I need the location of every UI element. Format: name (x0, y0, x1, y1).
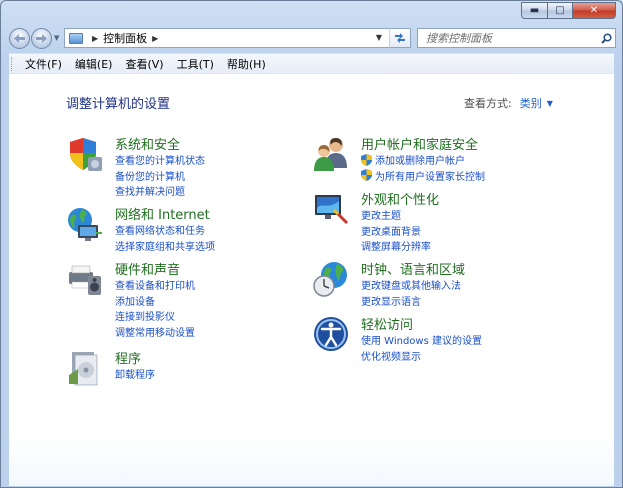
programs-icon[interactable] (66, 349, 104, 387)
close-button[interactable]: ✕ (572, 2, 616, 19)
minimize-button[interactable]: ▬ (521, 2, 547, 19)
category-title[interactable]: 网络和 Internet (115, 204, 210, 223)
link-homegroup-sharing[interactable]: 选择家庭组和共享选项 (115, 238, 215, 254)
link-view-computer-status[interactable]: 查看您的计算机状态 (115, 152, 205, 168)
category-links: 卸载程序 (115, 366, 155, 382)
back-arrow-icon (14, 34, 25, 43)
category-title[interactable]: 用户帐户和家庭安全 (361, 134, 478, 153)
category-links: 使用 Windows 建议的设置 优化视频显示 (361, 332, 482, 363)
system-security-icon[interactable] (66, 135, 104, 173)
link-change-display-language[interactable]: 更改显示语言 (361, 293, 461, 309)
link-parental-controls[interactable]: 为所有用户设置家长控制 (361, 168, 485, 184)
link-add-remove-accounts[interactable]: 添加或删除用户帐户 (361, 152, 485, 168)
appearance-icon[interactable] (312, 190, 350, 228)
link-label[interactable]: 为所有用户设置家长控制 (375, 168, 485, 183)
link-change-theme[interactable]: 更改主题 (361, 207, 431, 223)
uac-shield-icon (361, 153, 372, 166)
search-icon[interactable] (597, 32, 615, 44)
category-links: 更改键盘或其他输入法 更改显示语言 (361, 277, 461, 308)
menu-file[interactable]: 文件(F) (19, 56, 69, 72)
menu-grip (11, 57, 14, 71)
category-links: 更改主题 更改桌面背景 调整屏幕分辨率 (361, 207, 431, 254)
refresh-icon (395, 33, 405, 43)
menu-edit[interactable]: 编辑(E) (69, 56, 120, 72)
menu-bar: 文件(F) 编辑(E) 查看(V) 工具(T) 帮助(H) (9, 53, 614, 74)
category-title[interactable]: 轻松访问 (361, 314, 413, 333)
link-backup-computer[interactable]: 备份您的计算机 (115, 168, 205, 184)
menu-view[interactable]: 查看(V) (119, 56, 170, 72)
link-mobility-settings[interactable]: 调整常用移动设置 (115, 324, 195, 340)
forward-button[interactable] (31, 28, 52, 49)
link-troubleshoot[interactable]: 查找并解决问题 (115, 183, 205, 199)
category-title[interactable]: 外观和个性化 (361, 189, 439, 208)
recent-pages-dropdown[interactable]: ▼ (54, 34, 59, 42)
link-label[interactable]: 添加或删除用户帐户 (375, 152, 465, 167)
chevron-down-icon[interactable]: ▼ (547, 99, 553, 108)
breadcrumb-arrow-icon[interactable]: ▶ (92, 34, 98, 43)
page-title: 调整计算机的设置 (66, 97, 171, 112)
breadcrumb-trail-arrow-icon[interactable]: ▶ (152, 34, 158, 43)
link-uninstall-program[interactable]: 卸载程序 (115, 366, 155, 382)
link-change-keyboard-input[interactable]: 更改键盘或其他输入法 (361, 277, 461, 293)
category-links: 添加或删除用户帐户 为所有用户设置家长控制 (361, 152, 485, 183)
link-devices-printers[interactable]: 查看设备和打印机 (115, 277, 195, 293)
uac-shield-icon (361, 169, 372, 182)
link-add-device[interactable]: 添加设备 (115, 293, 195, 309)
menu-tools[interactable]: 工具(T) (171, 56, 221, 72)
category-title[interactable]: 程序 (115, 348, 141, 367)
ease-of-access-icon[interactable] (312, 315, 350, 353)
address-bar[interactable]: ▶ 控制面板 ▶ ▼ (64, 28, 411, 48)
control-panel-window: ▬ □ ✕ ▼ ▶ 控制面板 ▶ ▼ 搜索控制面板 文件(F) 编辑(E) 查看… (0, 0, 623, 488)
clock-language-icon[interactable] (312, 260, 350, 298)
search-input[interactable] (426, 31, 597, 45)
back-button[interactable] (9, 28, 30, 49)
caption-buttons: ▬ □ ✕ (521, 2, 616, 19)
refresh-button[interactable] (389, 28, 411, 48)
network-internet-icon[interactable] (66, 205, 104, 243)
link-recommended-settings[interactable]: 使用 Windows 建议的设置 (361, 332, 482, 348)
view-by-dropdown[interactable]: 类别 (520, 95, 542, 111)
link-view-network-status[interactable]: 查看网络状态和任务 (115, 222, 215, 238)
forward-arrow-icon (36, 34, 47, 43)
link-change-desktop-background[interactable]: 更改桌面背景 (361, 223, 431, 239)
category-links: 查看网络状态和任务 选择家庭组和共享选项 (115, 222, 215, 253)
address-dropdown-icon[interactable]: ▼ (376, 33, 382, 42)
user-accounts-icon[interactable] (312, 135, 350, 173)
main-content: 调整计算机的设置 查看方式: 类别 ▼ 系统和安全 查看您的计算机状态 备份您的… (9, 73, 614, 486)
search-box (417, 28, 616, 48)
category-title[interactable]: 硬件和声音 (115, 259, 180, 278)
category-title[interactable]: 系统和安全 (115, 134, 180, 153)
view-by-label: 查看方式: (464, 97, 512, 110)
hardware-sound-icon[interactable] (66, 260, 104, 298)
view-by: 查看方式: 类别 ▼ (464, 95, 553, 111)
category-title[interactable]: 时钟、语言和区域 (361, 259, 465, 278)
breadcrumb-control-panel[interactable]: 控制面板 (103, 30, 147, 46)
link-adjust-resolution[interactable]: 调整屏幕分辨率 (361, 238, 431, 254)
link-optimize-display[interactable]: 优化视频显示 (361, 348, 482, 364)
maximize-button[interactable]: □ (547, 2, 572, 19)
category-links: 查看您的计算机状态 备份您的计算机 查找并解决问题 (115, 152, 205, 199)
navigation-bar: ▼ ▶ 控制面板 ▶ ▼ (1, 25, 622, 51)
category-links: 查看设备和打印机 添加设备 连接到投影仪 调整常用移动设置 (115, 277, 195, 339)
menu-help[interactable]: 帮助(H) (221, 56, 273, 72)
link-connect-projector[interactable]: 连接到投影仪 (115, 308, 195, 324)
control-panel-icon (69, 32, 83, 44)
